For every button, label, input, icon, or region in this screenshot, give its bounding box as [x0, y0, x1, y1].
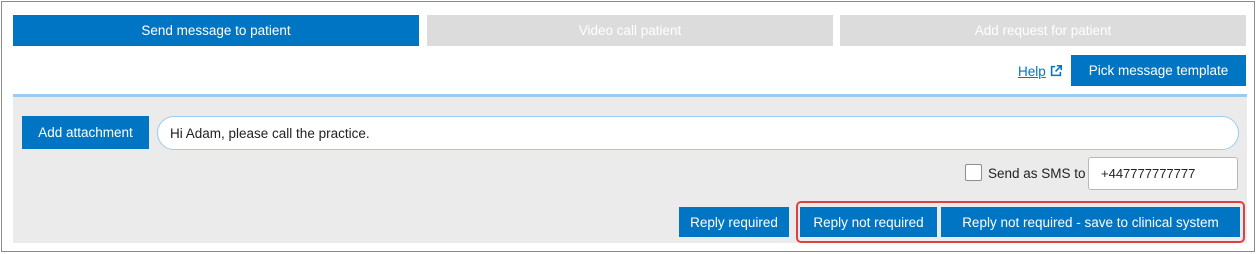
sms-phone-value: +447777777777 [1101, 166, 1196, 181]
add-attachment-label: Add attachment [38, 125, 133, 140]
pick-message-template-button[interactable]: Pick message template [1071, 55, 1246, 86]
tab-send-message-label: Send message to patient [141, 23, 291, 38]
reply-not-required-save-label: Reply not required - save to clinical sy… [962, 214, 1219, 230]
message-input[interactable]: Hi Adam, please call the practice. [157, 116, 1239, 150]
reply-required-button[interactable]: Reply required [679, 207, 789, 237]
sms-phone-input[interactable]: +447777777777 [1088, 157, 1238, 190]
tab-add-request: Add request for patient [840, 15, 1246, 46]
pick-message-template-label: Pick message template [1088, 63, 1229, 78]
tab-video-call: Video call patient [427, 15, 833, 46]
external-link-icon [1050, 64, 1062, 77]
message-input-value: Hi Adam, please call the practice. [170, 125, 370, 141]
help-link-label: Help [1018, 63, 1046, 79]
reply-not-required-save-button[interactable]: Reply not required - save to clinical sy… [941, 207, 1240, 237]
tab-video-call-label: Video call patient [578, 23, 682, 38]
help-link[interactable]: Help [1018, 62, 1063, 80]
send-as-sms-checkbox[interactable] [965, 164, 982, 181]
reply-not-required-button[interactable]: Reply not required [800, 207, 937, 237]
add-attachment-button[interactable]: Add attachment [22, 116, 149, 149]
reply-not-required-label: Reply not required [813, 214, 924, 230]
tab-add-request-label: Add request for patient [974, 23, 1112, 38]
send-as-sms-label: Send as SMS to [988, 166, 1086, 181]
compose-panel: Add attachment Hi Adam, please call the … [13, 94, 1247, 243]
reply-required-label: Reply required [690, 214, 778, 230]
tab-send-message[interactable]: Send message to patient [13, 15, 419, 46]
